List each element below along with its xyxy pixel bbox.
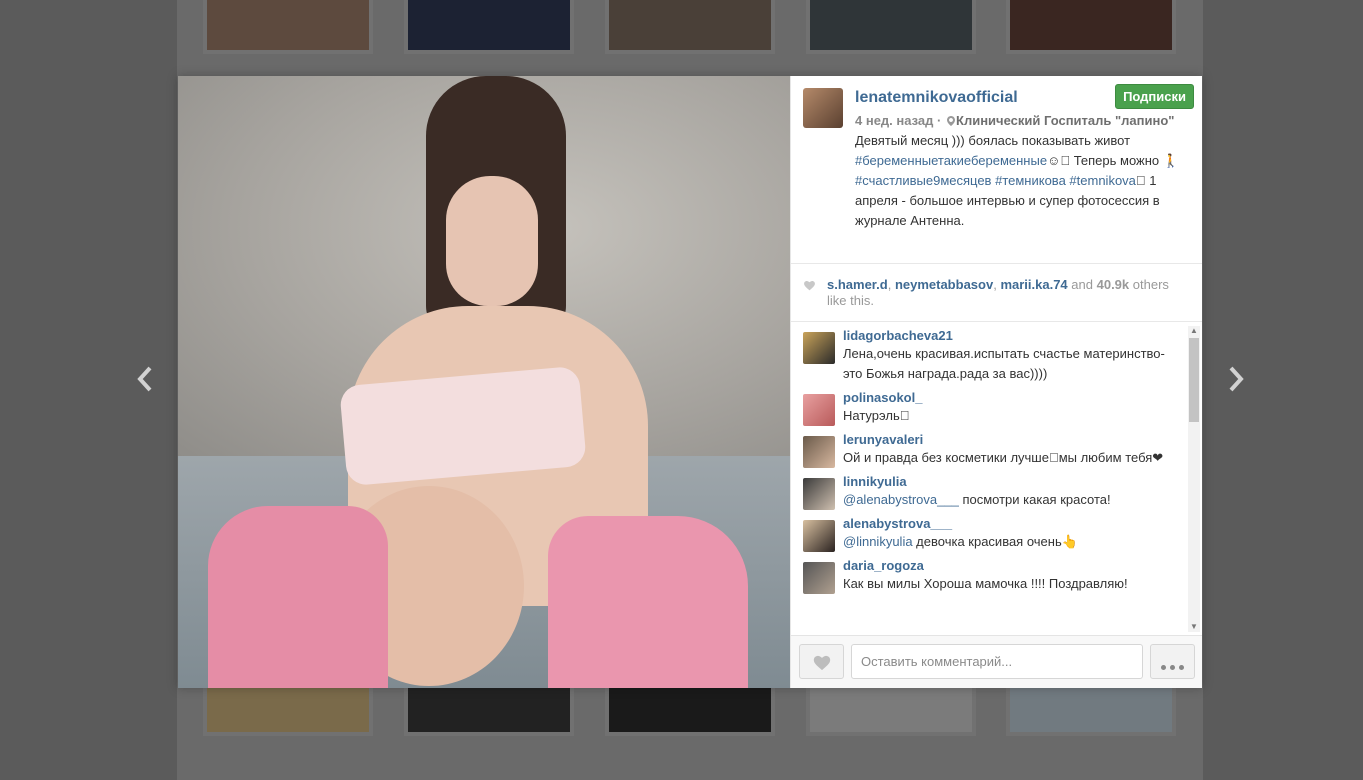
liker-link[interactable]: s.hamer.d bbox=[827, 277, 888, 292]
post-photo[interactable] bbox=[178, 76, 790, 688]
comment-text-body: посмотри какая красота! bbox=[958, 492, 1111, 507]
avatar[interactable] bbox=[803, 562, 835, 594]
scroll-down-icon[interactable]: ▼ bbox=[1190, 623, 1198, 631]
background-thumbnail[interactable] bbox=[605, 682, 775, 736]
comment-username[interactable]: lidagorbacheva21 bbox=[843, 328, 1182, 344]
post-actions bbox=[791, 635, 1202, 688]
location-pin-icon bbox=[947, 116, 956, 126]
avatar[interactable] bbox=[803, 478, 835, 510]
background-thumbnail[interactable] bbox=[404, 0, 574, 54]
chevron-right-icon[interactable] bbox=[1221, 362, 1251, 398]
photo-fur-left bbox=[208, 506, 388, 688]
chevron-left-icon[interactable] bbox=[130, 362, 160, 398]
heart-icon bbox=[804, 280, 815, 291]
photo-top bbox=[339, 365, 587, 487]
avatar[interactable] bbox=[803, 520, 835, 552]
comment-text: @linnikyulia девочка красивая очень👆 bbox=[843, 532, 1182, 552]
hashtag-link[interactable]: #счастливые9месяцев bbox=[855, 173, 991, 188]
heart-icon bbox=[813, 655, 831, 671]
background-thumbnail[interactable] bbox=[605, 0, 775, 54]
dot bbox=[1170, 665, 1175, 670]
comment-username[interactable]: alenabystrova___ bbox=[843, 516, 1182, 532]
background-thumbnail[interactable] bbox=[806, 682, 976, 736]
mention-link[interactable]: @linnikyulia bbox=[843, 534, 913, 549]
avatar[interactable] bbox=[803, 436, 835, 468]
post-time[interactable]: 4 нед. назад bbox=[855, 113, 933, 128]
post-username[interactable]: lenatemnikovaofficial bbox=[855, 89, 1018, 107]
list-item: polinasokol_ Натурэль  bbox=[791, 384, 1202, 426]
list-item: lerunyavaleri Ой и правда без косметики … bbox=[791, 426, 1202, 468]
hashtag-link[interactable]: #беременныетакиебеременные bbox=[855, 153, 1047, 168]
comment-username[interactable]: polinasokol_ bbox=[843, 390, 1182, 406]
dot bbox=[1161, 665, 1166, 670]
comments-scrollbar[interactable]: ▲ ▼ bbox=[1188, 326, 1200, 632]
comment-username[interactable]: lerunyavaleri bbox=[843, 432, 1182, 448]
list-item: linnikyulia @alenabystrova___ посмотри к… bbox=[791, 468, 1202, 510]
hashtag-link[interactable]: #темникова bbox=[995, 173, 1066, 188]
likes-and: and bbox=[1071, 277, 1093, 292]
post-header: Подписки lenatemnikovaofficial 4 нед. на… bbox=[791, 76, 1202, 264]
mention-link[interactable]: @alenabystrova___ bbox=[843, 492, 959, 507]
comment-username[interactable]: linnikyulia bbox=[843, 474, 1182, 490]
background-thumbnail[interactable] bbox=[1006, 682, 1176, 736]
background-thumbnail[interactable] bbox=[203, 682, 373, 736]
post-sidebar: Подписки lenatemnikovaofficial 4 нед. на… bbox=[790, 76, 1202, 688]
liker-link[interactable]: neymetabbasov bbox=[895, 277, 993, 292]
like-button[interactable] bbox=[799, 644, 844, 679]
background-thumbnail[interactable] bbox=[806, 0, 976, 54]
comment-input[interactable] bbox=[851, 644, 1143, 679]
scrollbar-thumb[interactable] bbox=[1189, 338, 1199, 422]
comment-text: Натурэль  bbox=[843, 408, 910, 423]
avatar[interactable] bbox=[803, 332, 835, 364]
meta-separator: · bbox=[937, 113, 942, 128]
comment-text: @alenabystrova___ посмотри какая красота… bbox=[843, 490, 1182, 510]
photo-fur-right bbox=[548, 516, 748, 688]
caption-text: Девятый месяц ))) боялась показывать жив… bbox=[855, 133, 1131, 148]
liker-link[interactable]: marii.ka.74 bbox=[1000, 277, 1067, 292]
caption-text: ☺  Теперь можно 🚶 bbox=[1047, 153, 1179, 168]
comment-text: Лена,очень красивая.испытать счастье мат… bbox=[843, 346, 1165, 381]
background-thumbnail[interactable] bbox=[203, 0, 373, 54]
list-item: lidagorbacheva21 Лена,очень красивая.исп… bbox=[791, 322, 1202, 384]
hashtag-link[interactable]: #temnikova bbox=[1069, 173, 1135, 188]
comment-username[interactable]: daria_rogoza bbox=[843, 558, 1182, 574]
comments-list[interactable]: lidagorbacheva21 Лена,очень красивая.исп… bbox=[791, 322, 1202, 635]
more-dots-icon[interactable] bbox=[1150, 644, 1195, 679]
post-location[interactable]: Клинический Госпиталь "лапино" bbox=[956, 113, 1174, 128]
scroll-up-icon[interactable]: ▲ bbox=[1190, 327, 1198, 335]
list-item: daria_rogoza Как вы милы Хороша мамочка … bbox=[791, 552, 1202, 594]
background-thumbnail[interactable] bbox=[1006, 0, 1176, 54]
post-caption: Девятый месяц ))) боялась показывать жив… bbox=[855, 131, 1192, 231]
photo-face bbox=[446, 176, 538, 306]
avatar[interactable] bbox=[803, 88, 843, 128]
list-item: alenabystrova___ @linnikyulia девочка кр… bbox=[791, 510, 1202, 552]
post-modal: Подписки lenatemnikovaofficial 4 нед. на… bbox=[178, 76, 1202, 688]
likes-count[interactable]: 40.9k bbox=[1097, 277, 1130, 292]
likes-summary: s.hamer.d, neymetabbasov, marii.ka.74 an… bbox=[791, 264, 1202, 322]
dot bbox=[1179, 665, 1184, 670]
background-thumbnail[interactable] bbox=[404, 682, 574, 736]
comment-text: Как вы милы Хороша мамочка !!!! Поздравл… bbox=[843, 576, 1128, 591]
avatar[interactable] bbox=[803, 394, 835, 426]
post-meta: 4 нед. назад · Клинический Госпиталь "ла… bbox=[855, 111, 1192, 131]
comment-text: Ой и правда без косметики лучше мы любим… bbox=[843, 450, 1164, 465]
comment-text-body: девочка красивая очень👆 bbox=[912, 534, 1078, 549]
follow-button[interactable]: Подписки bbox=[1115, 84, 1194, 109]
